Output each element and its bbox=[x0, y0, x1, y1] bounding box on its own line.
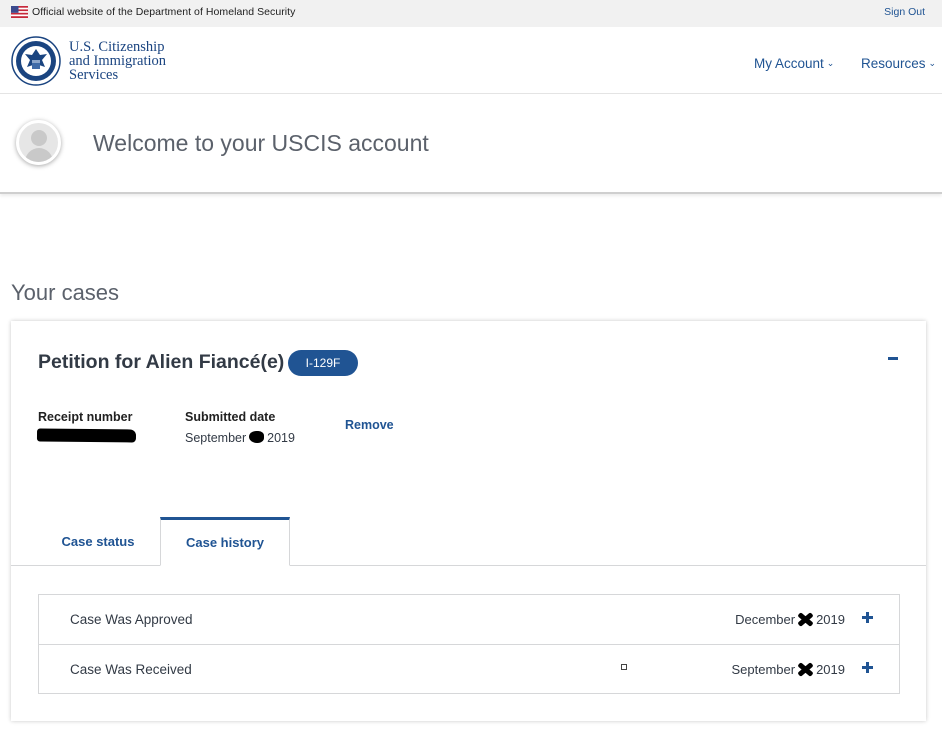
expand-plus-icon[interactable] bbox=[862, 612, 873, 623]
chevron-down-icon: ⌄ bbox=[928, 58, 937, 68]
resources-label: Resources bbox=[861, 56, 926, 71]
receipt-number-redaction bbox=[36, 428, 137, 443]
my-account-label: My Account bbox=[754, 56, 824, 71]
history-event-date: December 2019 bbox=[735, 612, 845, 627]
submitted-date-value: September 2019 bbox=[185, 431, 295, 445]
history-event-label: Case Was Received bbox=[70, 662, 192, 677]
history-event-month: December bbox=[735, 612, 796, 627]
my-account-menu[interactable]: My Account ⌄ bbox=[754, 56, 834, 71]
form-type-badge: I-129F bbox=[288, 350, 358, 376]
logo-line-3: Services bbox=[69, 67, 119, 83]
tab-case-history[interactable]: Case history bbox=[160, 517, 290, 566]
history-event-label: Case Was Approved bbox=[70, 612, 193, 627]
site-header: U.S. Citizenship and Immigration Service… bbox=[0, 27, 942, 94]
us-flag-icon bbox=[11, 6, 28, 18]
history-event-year: 2019 bbox=[816, 612, 845, 627]
submitted-month: September bbox=[185, 431, 247, 445]
case-card: Petition for Alien Fiancé(e) I-129F Rece… bbox=[11, 321, 926, 721]
resources-menu[interactable]: Resources ⌄ bbox=[861, 56, 936, 71]
official-website-text: Official website of the Department of Ho… bbox=[32, 6, 296, 18]
history-day-redaction bbox=[796, 662, 814, 676]
logo-line-2: and Immigration bbox=[69, 53, 167, 69]
history-event-date: September 2019 bbox=[731, 662, 845, 677]
uscis-logo-text[interactable]: U.S. Citizenship and Immigration Service… bbox=[69, 39, 167, 83]
welcome-band: Welcome to your USCIS account bbox=[0, 94, 942, 194]
sign-out-link[interactable]: Sign Out bbox=[884, 6, 925, 18]
checkbox-glyph-icon bbox=[621, 664, 627, 670]
remove-case-link[interactable]: Remove bbox=[345, 418, 394, 432]
gov-banner: Official website of the Department of Ho… bbox=[0, 0, 942, 27]
avatar-body-icon bbox=[25, 148, 53, 162]
history-row-received[interactable]: Case Was Received September 2019 bbox=[39, 644, 899, 693]
dhs-seal-icon[interactable] bbox=[11, 36, 61, 86]
page-title: Welcome to your USCIS account bbox=[93, 130, 429, 156]
submitted-day-redaction bbox=[249, 431, 265, 443]
history-row-approved[interactable]: Case Was Approved December 2019 bbox=[39, 595, 899, 644]
case-history-list: Case Was Approved December 2019 Case Was … bbox=[38, 594, 900, 694]
case-title: Petition for Alien Fiancé(e) bbox=[38, 351, 285, 373]
logo-line-1: U.S. Citizenship bbox=[69, 39, 165, 55]
chevron-down-icon: ⌄ bbox=[826, 58, 835, 68]
submitted-date-label: Submitted date bbox=[185, 410, 276, 424]
avatar bbox=[16, 120, 61, 165]
avatar-head-icon bbox=[31, 130, 47, 146]
tab-case-status[interactable]: Case status bbox=[32, 517, 164, 566]
collapse-minus-icon[interactable] bbox=[888, 357, 898, 360]
history-event-month: September bbox=[731, 662, 796, 677]
history-event-year: 2019 bbox=[816, 662, 845, 677]
expand-plus-icon[interactable] bbox=[862, 662, 873, 673]
history-day-redaction bbox=[796, 612, 814, 626]
cases-heading: Your cases bbox=[11, 280, 120, 305]
receipt-number-label: Receipt number bbox=[38, 410, 133, 424]
submitted-year: 2019 bbox=[267, 431, 295, 445]
